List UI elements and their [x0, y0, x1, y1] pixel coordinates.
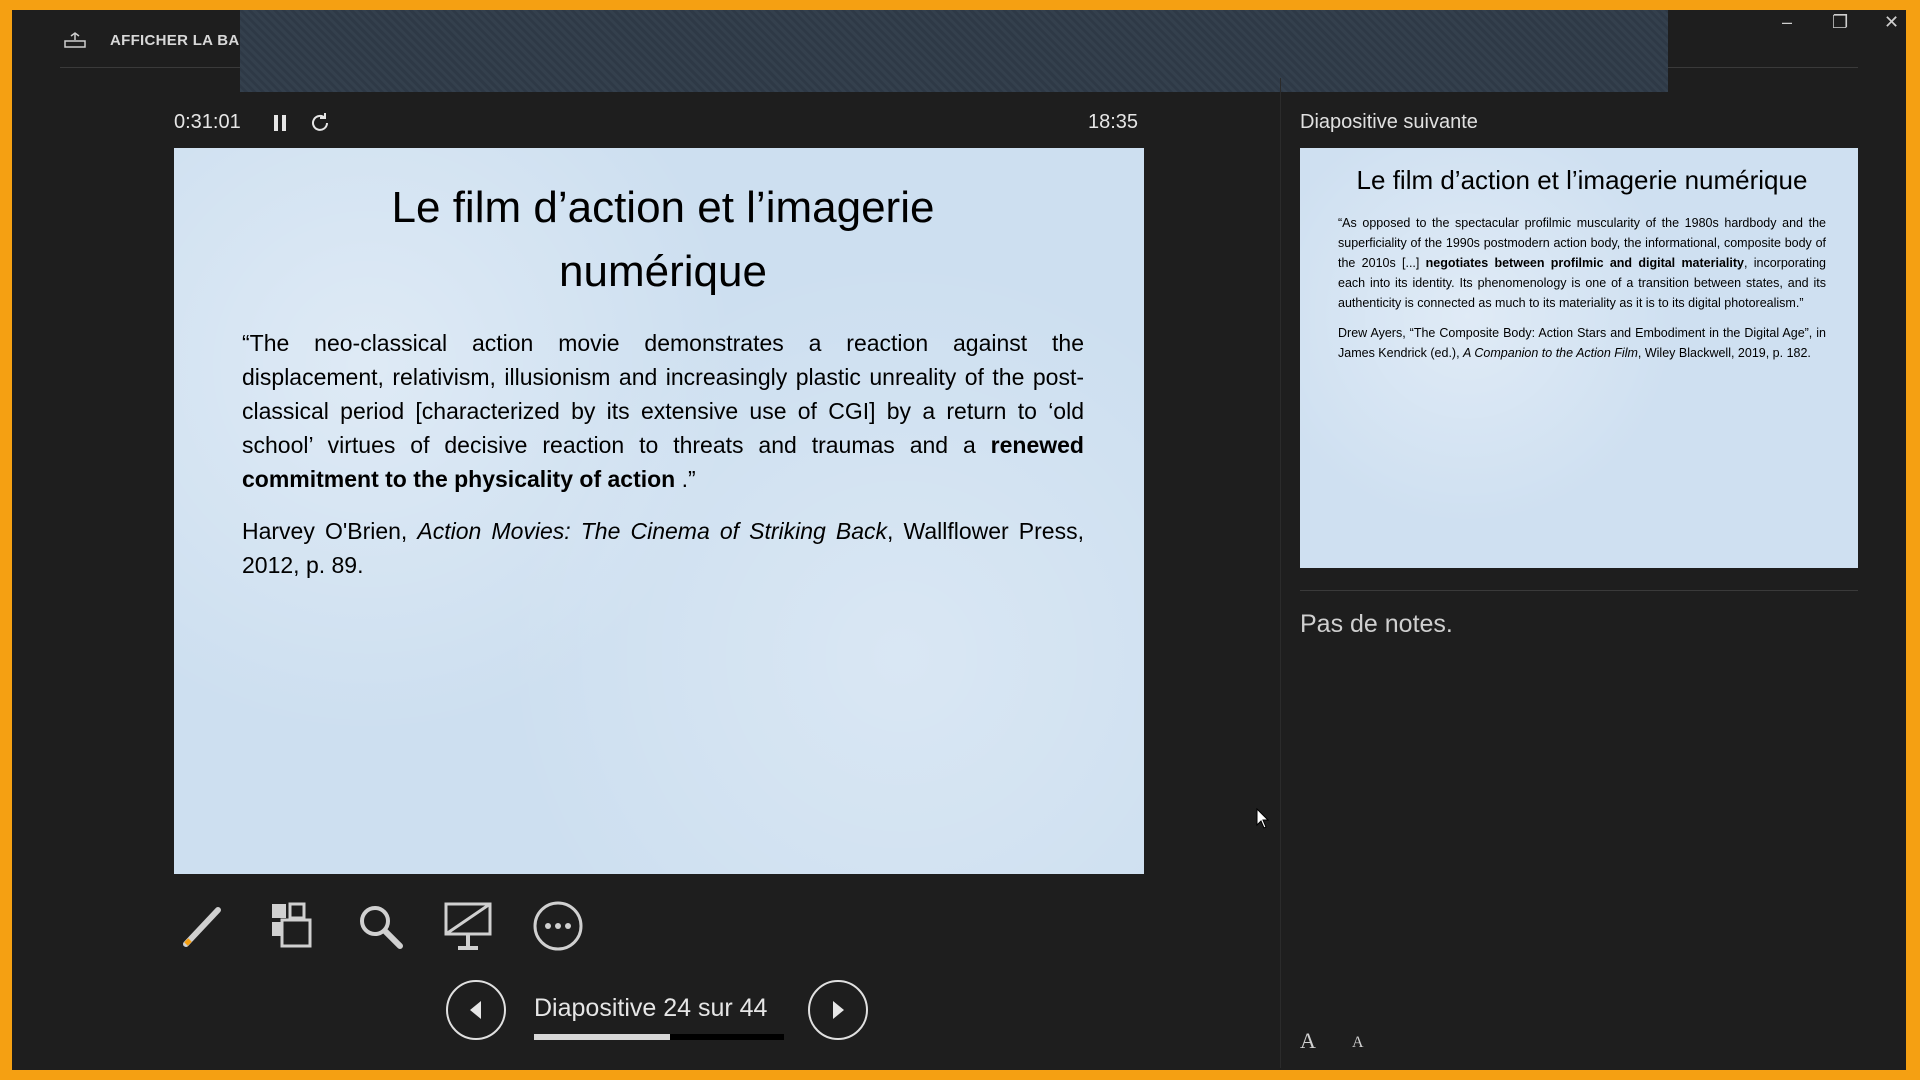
- minimize-button[interactable]: –: [1782, 12, 1792, 33]
- chevron-left-icon: [470, 1001, 481, 1019]
- black-screen-icon: [444, 902, 492, 950]
- quote-text: “The neo-classical action movie demonstr…: [242, 330, 1084, 458]
- slide-progress-bar: [534, 1034, 784, 1040]
- next-slide-citation: Drew Ayers, “The Composite Body: Action …: [1338, 323, 1826, 363]
- increase-font-button[interactable]: A: [1300, 1028, 1316, 1054]
- slide-quote: “The neo-classical action movie demonstr…: [242, 326, 1084, 496]
- cite-title: Action Movies: The Cinema of Striking Ba…: [417, 518, 888, 544]
- close-button[interactable]: ✕: [1884, 12, 1899, 33]
- zoom-icon: [360, 906, 403, 949]
- slide-counter[interactable]: Diapositive 24 sur 44: [534, 994, 786, 1023]
- next-quote-bold: negotiates between profilmic and digital…: [1425, 256, 1744, 270]
- elapsed-timer: 0:31:01: [174, 111, 241, 133]
- zoom-button[interactable]: [354, 900, 406, 952]
- cite-author: Harvey O'Brien,: [242, 518, 418, 544]
- pane-separator: [1280, 78, 1281, 1068]
- black-screen-button[interactable]: [442, 900, 494, 952]
- pen-icon: [183, 907, 221, 947]
- pause-icon[interactable]: [272, 114, 288, 132]
- presenter-view-window: AFFICHER LA BARR – ❐ ✕ 0:31:01 18:35 Le …: [12, 10, 1906, 1070]
- see-all-slides-icon: [272, 902, 312, 948]
- next-cite-title: A Companion to the Action Film: [1463, 346, 1638, 360]
- quote-end: .”: [675, 466, 696, 492]
- taskbar-icon[interactable]: [64, 32, 86, 48]
- next-slide-preview[interactable]: Le film d’action et l’imagerie numérique…: [1300, 148, 1858, 568]
- more-options-button[interactable]: [532, 900, 584, 952]
- mouse-cursor-icon: [1256, 808, 1270, 829]
- show-taskbar-button[interactable]: AFFICHER LA BARR: [110, 32, 262, 49]
- slide-citation: Harvey O'Brien, Action Movies: The Cinem…: [242, 514, 1084, 582]
- screen-overlay-band: [240, 10, 1668, 92]
- title-bar: AFFICHER LA BARR – ❐ ✕: [12, 10, 1906, 92]
- decrease-font-button[interactable]: A: [1352, 1034, 1364, 1052]
- speaker-notes[interactable]: Pas de notes.: [1300, 610, 1453, 639]
- current-time: 18:35: [1088, 111, 1139, 133]
- next-slide-title: Le film d’action et l’imagerie numérique: [1356, 165, 1808, 195]
- slide-progress-fill: [534, 1034, 671, 1040]
- restart-timer-icon[interactable]: [310, 112, 330, 132]
- next-cite-rest: , Wiley Blackwell, 2019, p. 182.: [1637, 346, 1811, 360]
- maximize-button[interactable]: ❐: [1832, 12, 1848, 33]
- slide-title: Le film d’action et l’imagerie numérique: [391, 183, 935, 296]
- next-slide-quote: “As opposed to the spectacular profilmic…: [1338, 213, 1826, 313]
- next-slide-button[interactable]: [808, 980, 868, 1040]
- current-slide: Le film d’action et l’imagerie numérique…: [174, 148, 1144, 874]
- chevron-right-icon: [833, 1001, 844, 1019]
- see-all-slides-button[interactable]: [266, 900, 318, 952]
- notes-separator: [1300, 590, 1858, 591]
- pen-tool-button[interactable]: [178, 900, 230, 952]
- more-options-icon: [533, 901, 583, 951]
- next-slide-label: Diapositive suivante: [1300, 111, 1478, 133]
- previous-slide-button[interactable]: [446, 980, 506, 1040]
